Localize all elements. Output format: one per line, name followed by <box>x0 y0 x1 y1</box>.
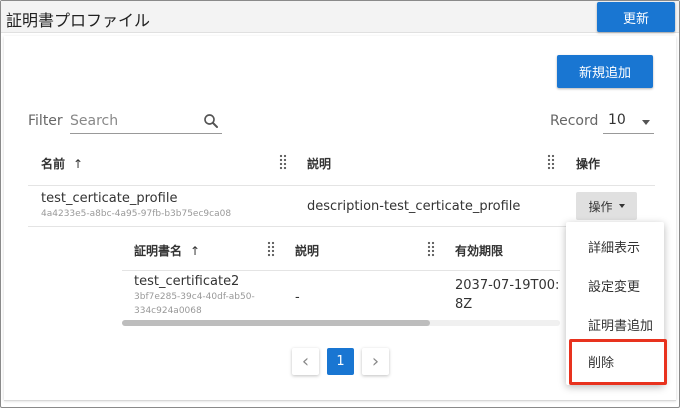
page-title: 証明書プロファイル <box>6 11 151 30</box>
menu-item-details[interactable]: 詳細表示 <box>588 237 640 256</box>
menu-item-settings[interactable]: 設定変更 <box>588 276 640 295</box>
subcolumn-header-description: 説明 <box>295 244 320 258</box>
caret-down-icon <box>642 120 650 125</box>
subcolumn-header-name[interactable]: 証明書名 ↑ <box>134 242 200 259</box>
column-resize-handle-icon[interactable] <box>427 241 435 257</box>
column-resize-handle-icon[interactable] <box>547 154 555 170</box>
certificate-name: test_certificate2 <box>134 274 240 289</box>
column-header-name[interactable]: 名前 ↑ <box>41 155 83 172</box>
column-header-description: 説明 <box>307 157 332 171</box>
refresh-button[interactable]: 更新 <box>597 2 675 32</box>
menu-item-add-certificate[interactable]: 証明書追加 <box>588 315 653 334</box>
subcolumn-header-name-label: 証明書名 <box>134 244 183 258</box>
filter-label: Filter <box>28 113 63 129</box>
actions-dropdown-button[interactable]: 操作 <box>576 192 637 220</box>
certificate-expiry-line1: 2037-07-19T00: <box>455 278 560 293</box>
sort-up-icon[interactable]: ↑ <box>73 157 83 171</box>
prev-page-button[interactable]: ‹ <box>292 348 319 375</box>
page-1-button[interactable]: 1 <box>327 348 354 375</box>
record-count-value: 10 <box>608 112 626 128</box>
actions-dropdown-label: 操作 <box>588 199 613 214</box>
column-resize-handle-icon[interactable] <box>267 241 275 257</box>
certificate-expiry-line2: 8Z <box>455 297 473 312</box>
next-page-button[interactable]: › <box>362 348 389 375</box>
chevron-left-icon: ‹ <box>301 351 310 372</box>
column-header-name-label: 名前 <box>41 157 66 171</box>
certificate-description: - <box>295 290 300 305</box>
subtable-scrollbar-thumb[interactable] <box>122 320 430 326</box>
profile-id: 4a4233e5-a8bc-4a95-97fb-b3b75ec9ca08 <box>41 209 232 219</box>
column-resize-handle-icon[interactable] <box>279 154 287 170</box>
profile-description: description-test_certicate_profile <box>307 199 521 214</box>
caret-down-icon <box>618 204 625 208</box>
bottom-divider <box>4 400 676 401</box>
delete-highlight-box <box>569 339 667 385</box>
certificate-id-line1: 3bf7e285-39c4-40df-ab50- <box>134 292 255 302</box>
record-label: Record <box>550 113 599 129</box>
header-bar: 証明書プロファイル <box>1 1 679 33</box>
chevron-right-icon: › <box>371 351 380 372</box>
sort-up-icon[interactable]: ↑ <box>190 244 200 258</box>
profile-name: test_certicate_profile <box>41 191 178 206</box>
column-header-actions: 操作 <box>576 157 601 171</box>
search-field <box>70 110 222 134</box>
record-count-select[interactable]: 10 <box>603 110 654 134</box>
header-divider <box>28 185 655 186</box>
subcolumn-header-expiry: 有効期限 <box>455 244 504 258</box>
search-icon[interactable] <box>202 112 220 130</box>
add-new-button[interactable]: 新規追加 <box>557 55 653 88</box>
certificate-id-line2: 334c924a0068 <box>134 306 202 316</box>
search-input[interactable] <box>70 110 198 132</box>
subheader-divider <box>122 270 560 271</box>
row-divider <box>28 226 655 227</box>
